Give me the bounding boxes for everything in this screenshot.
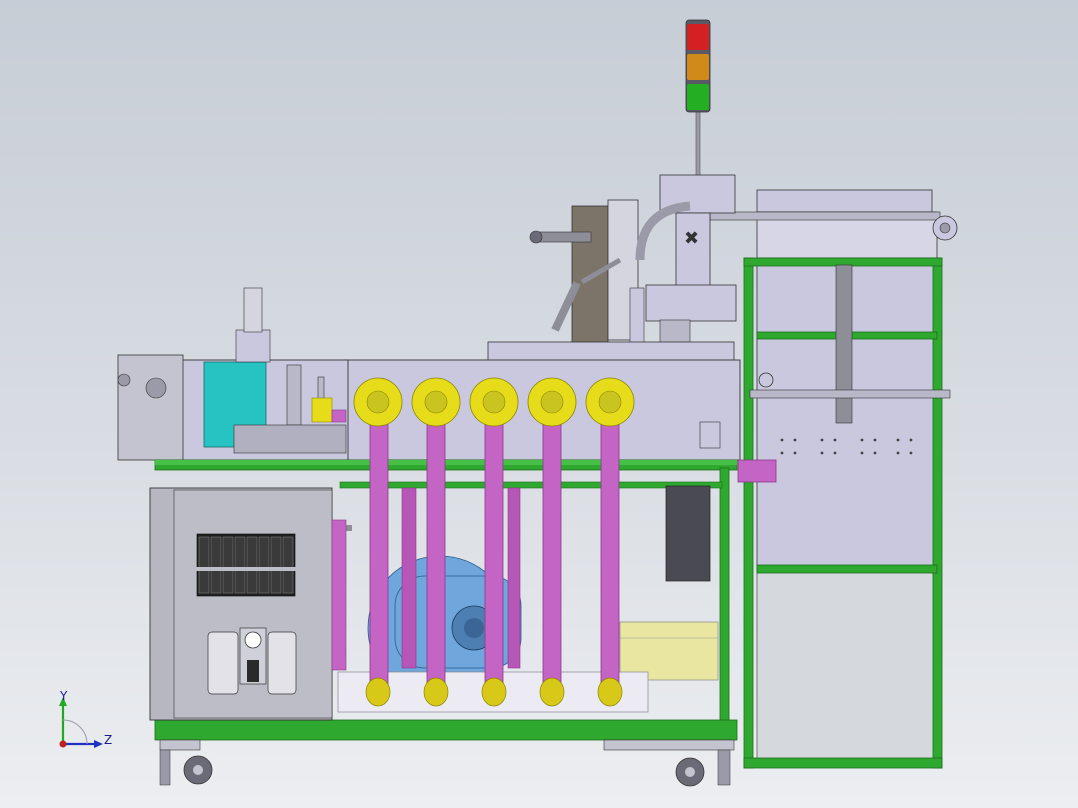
coordinate-triad: [59, 697, 103, 748]
stack-light-red: [687, 24, 709, 50]
triad-z-label: Z: [104, 733, 113, 747]
stack-light[interactable]: [685, 19, 711, 179]
electrical-cabinet[interactable]: [149, 487, 352, 721]
fan-icon: ✖: [684, 228, 699, 249]
head-mechanism[interactable]: ✖: [487, 174, 737, 363]
solenoid-valve-bank: [193, 533, 301, 597]
stack-light-amber: [687, 54, 709, 80]
stack-light-green: [687, 84, 709, 110]
air-filter-regulator: [207, 627, 297, 695]
triad-y-label: Y: [60, 689, 68, 703]
collection-tray: [619, 621, 719, 681]
machine-model[interactable]: ✖: [0, 0, 1078, 808]
cad-viewport[interactable]: ✖ Y Z: [0, 0, 1078, 808]
